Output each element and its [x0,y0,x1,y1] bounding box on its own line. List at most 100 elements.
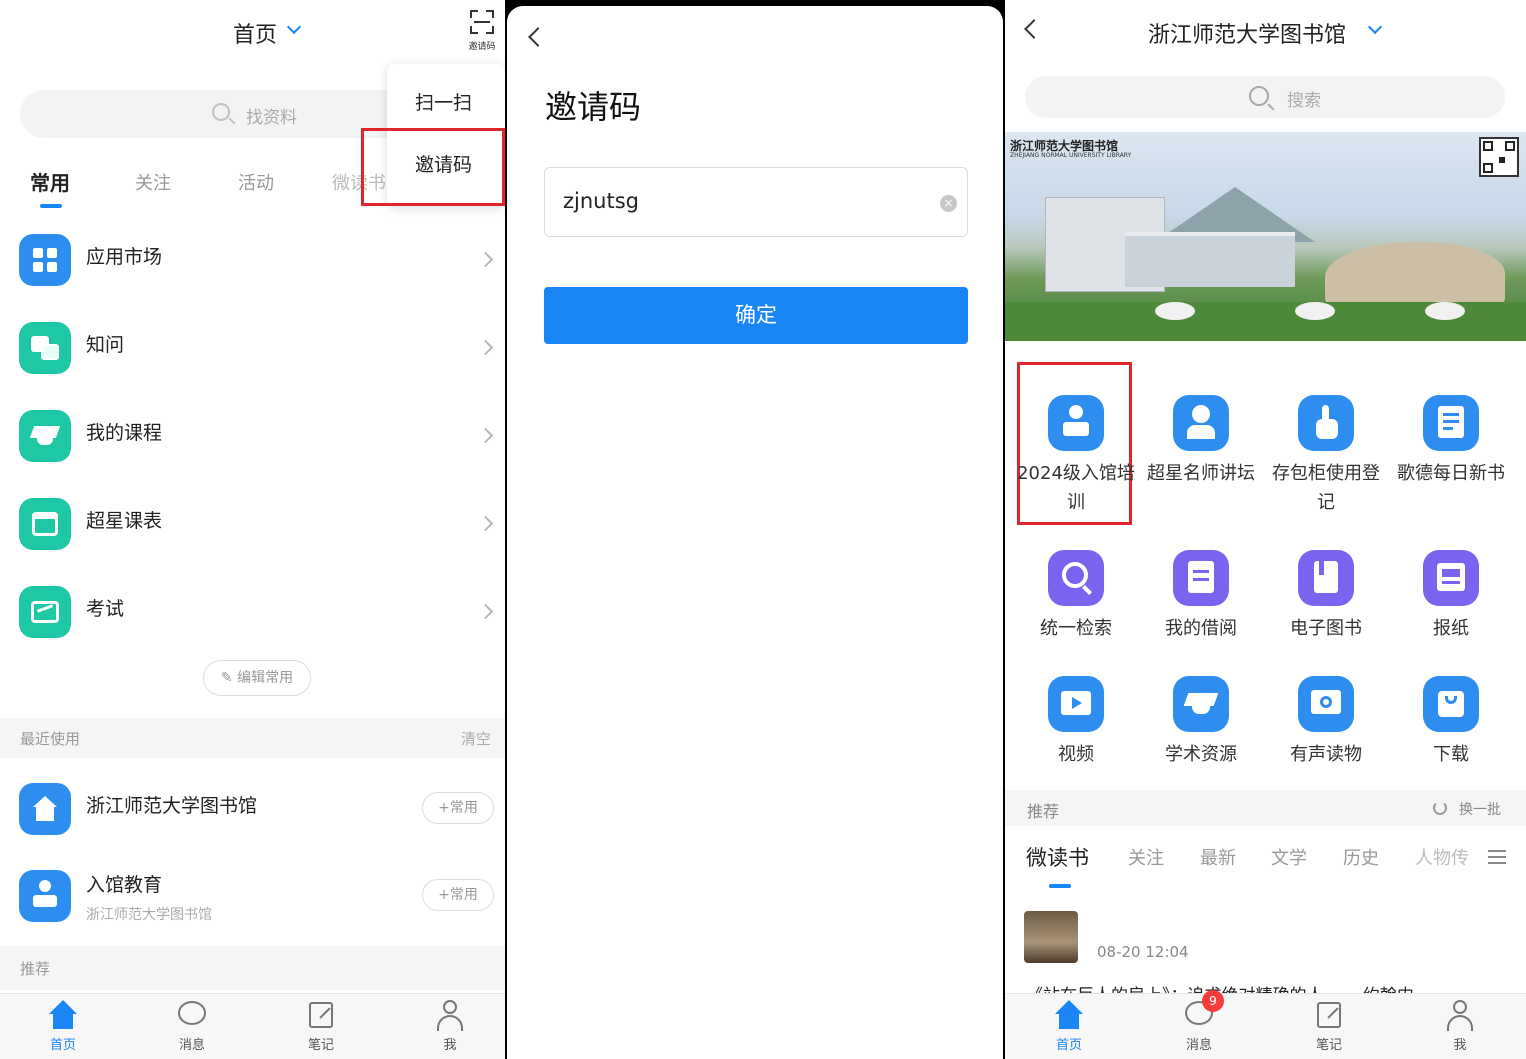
tabbar-home[interactable]: 首页 [1029,998,1109,1053]
tabbar-notes[interactable]: 笔记 [1289,998,1369,1053]
grid-item-lecture[interactable]: 超星名师讲坛 [1139,395,1263,488]
grid-item-download[interactable]: 下载 [1389,676,1513,769]
chevron-right-icon [477,427,494,444]
grid-item-newspaper[interactable]: 报纸 [1389,550,1513,643]
grid-item-my-borrowing[interactable]: 我的借阅 [1139,550,1263,643]
graduation-cap-icon [1173,676,1229,732]
person-podium-icon [19,870,71,922]
tabbar-me[interactable]: 我 [1420,998,1500,1053]
edit-common-label: 编辑常用 [237,670,294,686]
chevron-right-icon [477,515,494,532]
grid-item-locker[interactable]: 存包柜使用登记 [1264,395,1388,517]
list-item-my-courses[interactable]: 我的课程 [0,392,505,480]
book-list-icon [1423,395,1479,451]
header-bar: 首页 邀请码 [0,0,505,62]
search-icon [1249,86,1269,106]
list-item-zhiwen[interactable]: 知问 [0,304,505,392]
cat-tab-follow[interactable]: 关注 [1128,844,1164,870]
add-common-button[interactable]: +常用 [422,792,494,824]
recent-header: 最近使用 [20,730,81,748]
header-bar: 浙江师范大学图书馆 [1005,0,1526,62]
search-input[interactable]: 搜索 [1025,76,1505,118]
grid-item-label: 存包柜使用登记 [1272,463,1380,513]
banner-image[interactable]: 浙江师范大学图书馆 ZHEJIANG NORMAL UNIVERSITY LIB… [1005,132,1526,341]
header-title[interactable]: 首页 [233,17,277,49]
feed-item[interactable]: 08-20 12:04 《站在巨人的肩上》：追求绝对精确的人 ……约翰内 [1005,905,1526,1006]
tabbar-me[interactable]: 我 [410,998,490,1053]
note-edit-icon [304,998,338,1032]
menu-item-invite-code[interactable]: 邀请码 [415,150,472,177]
list-item-label: 考试 [86,598,125,620]
clear-button[interactable]: 清空 [461,728,491,749]
refresh-button[interactable]: 换一批 [1459,799,1501,819]
list-item-app-market[interactable]: 应用市场 [0,216,505,304]
feed-date: 08-20 12:04 [1097,943,1189,961]
menu-item-scan[interactable]: 扫一扫 [415,88,472,115]
recent-item-title: 入馆教育 [86,874,163,896]
home-icon [46,998,80,1032]
chevron-down-icon[interactable] [1367,19,1383,35]
popup-menu: 扫一扫 邀请码 [361,64,505,206]
tabbar-label: 消息 [178,1038,205,1053]
tabbar-label: 首页 [1055,1038,1082,1053]
search-placeholder: 搜索 [1287,91,1321,111]
grid-item-new-books[interactable]: 歌德每日新书 [1389,395,1513,488]
grid-item-unified-search[interactable]: 统一检索 [1014,550,1138,643]
tab-common[interactable]: 常用 [30,167,70,196]
confirm-button[interactable]: 确定 [544,287,968,344]
recent-item-subtitle: 浙江师范大学图书馆 [86,907,212,923]
grid-item-audiobooks[interactable]: 有声读物 [1264,676,1388,769]
tabbar-label: 消息 [1185,1038,1212,1053]
cat-tab-weidushu[interactable]: 微读书 [1026,842,1089,872]
grid-item-label: 统一检索 [1040,618,1112,639]
refresh-icon[interactable] [1433,801,1447,815]
cat-tab-biography[interactable]: 人物传 [1415,844,1469,870]
grid-item-academic[interactable]: 学术资源 [1139,676,1263,769]
chat-bubble-icon: 9 [1182,990,1224,1032]
page-title: 邀请码 [545,88,642,126]
cat-tab-history[interactable]: 历史 [1343,844,1379,870]
invite-code-input[interactable]: zjnutsg × [544,167,968,237]
recent-item-library[interactable]: 浙江师范大学图书馆 +常用 [0,765,505,853]
grid-item-video[interactable]: 视频 [1014,676,1138,769]
cat-tab-literature[interactable]: 文学 [1271,844,1307,870]
list-item-exam[interactable]: 考试 [0,568,505,656]
tabbar-messages[interactable]: 消息 [152,998,232,1053]
grid-item-orientation[interactable]: 2024级入馆培训 [1014,395,1138,517]
tab-indicator [1049,884,1071,888]
tabbar-label: 首页 [49,1038,76,1053]
unread-badge: 9 [1202,990,1224,1012]
recent-item-orientation[interactable]: 入馆教育 浙江师范大学图书馆 +常用 [0,852,505,940]
cat-tab-latest[interactable]: 最新 [1200,844,1236,870]
back-arrow-icon[interactable] [528,27,548,47]
back-arrow-icon[interactable] [1024,19,1044,39]
exam-icon [19,586,71,638]
tabbar-home[interactable]: 首页 [23,998,103,1053]
home-icon [19,783,71,835]
feed-thumbnail [1024,911,1078,963]
grid-item-label: 报纸 [1433,618,1469,639]
scan-invite-button[interactable]: 邀请码 [466,8,498,52]
download-icon [1423,676,1479,732]
recommend-section-header: 推荐 换一批 [1005,790,1526,826]
tabbar-messages[interactable]: 9 消息 [1159,990,1239,1053]
newspaper-icon [1423,550,1479,606]
library-panel: 浙江师范大学图书馆 搜索 浙江师范大学图书馆 ZHEJIANG NORMAL U… [1005,0,1526,1059]
list-item-label: 应用市场 [86,246,163,268]
chevron-down-icon[interactable] [286,19,302,35]
grid-item-label: 歌德每日新书 [1397,463,1505,484]
tab-follow[interactable]: 关注 [135,169,171,195]
header-title[interactable]: 浙江师范大学图书馆 [1148,17,1346,49]
list-item-schedule[interactable]: 超星课表 [0,480,505,568]
tabbar-notes[interactable]: 笔记 [281,998,361,1053]
clear-input-icon[interactable]: × [940,195,957,212]
chat-bubble-icon [175,998,209,1032]
person-podium-icon [1048,395,1104,451]
edit-common-button[interactable]: ✎ 编辑常用 [203,660,311,696]
tab-activity[interactable]: 活动 [238,169,274,195]
clipboard-icon [1173,550,1229,606]
add-common-button[interactable]: +常用 [422,879,494,911]
grid-item-label: 2024级入馆培训 [1017,463,1135,513]
grid-item-ebooks[interactable]: 电子图书 [1264,550,1388,643]
user-icon [433,998,467,1032]
